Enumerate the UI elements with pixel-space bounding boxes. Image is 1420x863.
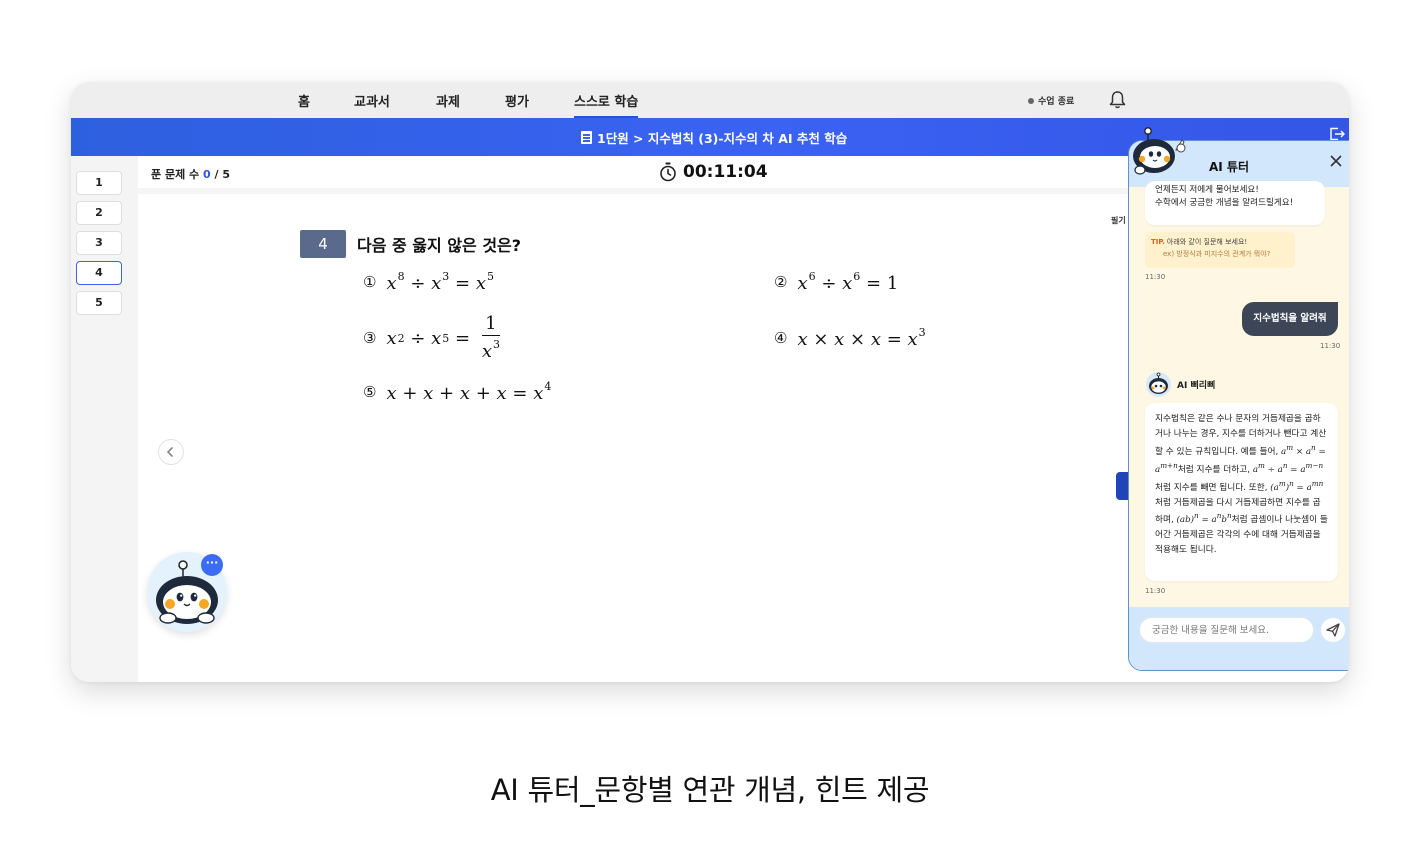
question-button-3[interactable]: 3 [76, 231, 122, 255]
timer-icon [660, 162, 676, 182]
choice-mark: ⑤ [363, 383, 377, 401]
caption: AI 튜터_문항별 연관 개념, 힌트 제공 [490, 773, 930, 807]
nav-textbook[interactable]: 교과서 [354, 91, 390, 110]
choice-formula: x × x × x = x3 [797, 326, 926, 350]
choice-mark: ① [363, 273, 377, 291]
nav-assignment[interactable]: 과제 [436, 91, 460, 110]
question-button-1[interactable]: 1 [76, 171, 122, 195]
question-title: 다음 중 옳지 않은 것은? [357, 236, 522, 255]
status-dot [1028, 97, 1034, 104]
question-button-4[interactable]: 4 [76, 261, 122, 285]
choice-4[interactable]: ④ x × x × x = x3 [774, 326, 926, 350]
app-window: 홈 교과서 과제 평가 스스로 학습 수업 종료 1단원 > 지수법칙 (3)-… [71, 82, 1349, 682]
send-button[interactable] [1321, 618, 1345, 642]
more-icon[interactable]: ··· [201, 554, 223, 576]
breadcrumb-text: 1단원 > 지수법칙 (3)-지수의 차 AI 추천 학습 [597, 131, 848, 146]
send-icon [1326, 623, 1340, 637]
answer-text-2: 처럼 지수를 더하고, [1177, 464, 1253, 475]
nav-evaluation[interactable]: 평가 [505, 91, 529, 110]
nav-self-study[interactable]: 스스로 학습 [574, 91, 639, 118]
choice-3[interactable]: ③ x2 ÷ x5 = 1 x3 [363, 315, 500, 361]
solved-count: 푼 문제 수 0 / 5 [151, 166, 230, 182]
choice-formula: x6 ÷ x6 = 1 [797, 270, 899, 294]
choice-formula: x8 ÷ x3 = x5 [386, 270, 494, 294]
robot-mascot-icon [1149, 372, 1168, 394]
class-end-button[interactable]: 수업 종료 [1028, 94, 1074, 107]
bot-avatar [1146, 372, 1171, 397]
user-message: 지수법칙을 알려줘 [1242, 302, 1338, 336]
tip-label: TIP. [1151, 238, 1165, 246]
tip-box: TIP. 아래와 같이 질문해 보세요! ex) 방정식과 미지수의 관계가 뭐야… [1145, 232, 1295, 268]
breadcrumb: 1단원 > 지수법칙 (3)-지수의 차 AI 추천 학습 [581, 128, 847, 147]
choice-1[interactable]: ① x8 ÷ x3 = x5 [363, 270, 494, 294]
choice-mark: ③ [363, 329, 377, 347]
robot-mascot-icon [1133, 127, 1186, 175]
side-panel-tab[interactable] [1116, 472, 1128, 500]
choice-2[interactable]: ② x6 ÷ x6 = 1 [774, 270, 898, 294]
choice-formula: x + x + x + x = x4 [386, 380, 552, 404]
exit-icon[interactable] [1329, 127, 1345, 141]
document-icon [581, 131, 592, 144]
chevron-left-icon [166, 446, 174, 458]
choice-mark: ② [774, 273, 788, 291]
header-divider [138, 188, 1198, 194]
tip-example[interactable]: ex) 방정식과 미지수의 관계가 뭐야? [1151, 249, 1289, 261]
close-icon[interactable] [1329, 154, 1343, 168]
ai-tutor-panel: AI 튜터 언제든지 저에게 물어보세요! 수학에서 궁금한 개념을 알려드릴게… [1128, 140, 1349, 671]
message-time: 11:30 [1320, 342, 1341, 350]
choice-5[interactable]: ⑤ x + x + x + x = x4 [363, 380, 551, 404]
solved-total: / 5 [214, 168, 230, 181]
question-button-5[interactable]: 5 [76, 291, 122, 315]
choice-formula: x2 ÷ x5 = 1 x3 [386, 313, 500, 362]
choice-mark: ④ [774, 329, 788, 347]
nav-home[interactable]: 홈 [298, 91, 310, 110]
timer: 00:11:04 [659, 162, 768, 182]
bot-name: AI 삐리삐 [1177, 381, 1216, 391]
solved-value: 0 [202, 168, 211, 181]
bell-icon[interactable] [1109, 90, 1126, 109]
greeting-line-2: 수학에서 궁금한 개념을 알려드릴게요! [1155, 198, 1294, 209]
previous-question-button[interactable] [158, 439, 184, 465]
answer-text-3: 처럼 지수를 빼면 됩니다. 또한, [1155, 482, 1271, 493]
solved-label: 푼 문제 수 [151, 168, 200, 181]
question-button-2[interactable]: 2 [76, 201, 122, 225]
timer-value: 00:11:04 [683, 162, 768, 182]
message-time: 11:30 [1145, 273, 1166, 281]
bot-answer-bubble: 지수법칙은 같은 수나 문자의 거듭제곱을 곱하거나 나누는 경우, 지수를 더… [1145, 403, 1338, 581]
tutor-title: AI 튜터 [1209, 160, 1250, 174]
question-number-badge: 4 [300, 230, 346, 258]
notes-tab-label[interactable]: 필기 [1111, 215, 1126, 226]
top-nav: 홈 교과서 과제 평가 스스로 학습 수업 종료 [71, 82, 1349, 118]
class-end-label: 수업 종료 [1038, 97, 1075, 107]
question-sidebar: 1 2 3 4 5 [71, 156, 138, 682]
tip-text: 아래와 같이 질문해 보세요! [1166, 238, 1248, 246]
message-time: 11:30 [1145, 587, 1166, 595]
tutor-question-input[interactable] [1139, 617, 1314, 643]
